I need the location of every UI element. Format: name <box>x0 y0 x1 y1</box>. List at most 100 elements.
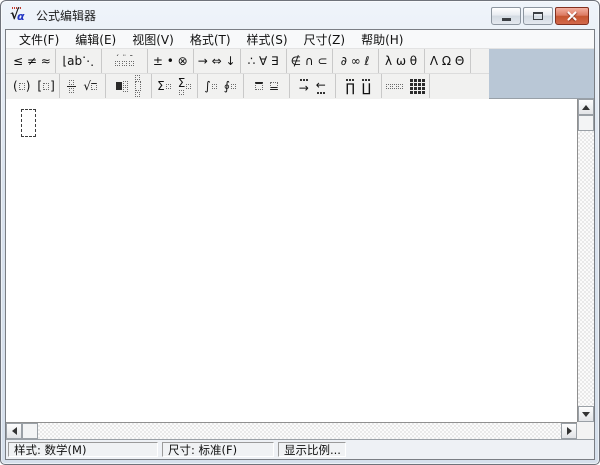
arrow-right-glyph: → <box>298 80 309 95</box>
scroll-up-button[interactable] <box>578 99 594 115</box>
dotted-slot-box <box>69 87 75 93</box>
client-area: 文件(F) 编辑(E) 视图(V) 格式(T) 样式(S) 尺寸(Z) 帮助(H… <box>5 29 595 460</box>
scroll-left-button[interactable] <box>6 423 22 439</box>
arrow-symbols-icon: → ⇔ ↓ <box>197 54 236 68</box>
coproduct-glyph: ∐ <box>361 80 371 95</box>
status-style-panel[interactable]: 样式: 数学(M) <box>8 442 158 457</box>
palette-integral-templates[interactable]: ∫ ∮ <box>198 74 244 98</box>
matrix-cell <box>417 78 421 82</box>
template-toolbar: () [] √ Σ Σ ∫ ∮ → ← ∏ ∐ <box>6 74 489 99</box>
palette-misc-symbols[interactable]: ∂ ∞ ℓ <box>333 49 379 73</box>
palette-greek-lowercase[interactable]: λ ω θ <box>379 49 425 73</box>
scroll-right-button[interactable] <box>561 423 577 439</box>
scrollbar-corner <box>577 422 594 439</box>
palette-operator-symbols[interactable]: ± • ⊗ <box>148 49 194 73</box>
dotted-slot-box <box>385 83 391 89</box>
menu-style[interactable]: 样式(S) <box>239 30 296 49</box>
palette-spaces-ellipses[interactable]: ⌊ab⋱ <box>56 49 102 73</box>
underbar-template-icon <box>269 82 278 90</box>
horizontal-scroll-thumb[interactable] <box>22 423 38 439</box>
subsup-template-icon <box>115 80 128 92</box>
palette-relational-symbols[interactable]: ≤ ≠ ≈ <box>9 49 56 73</box>
palette-embellishments[interactable]: ˊ ¨ ˉ <box>102 49 148 73</box>
dotted-slot-box <box>135 92 141 97</box>
matrix-cell <box>417 82 421 86</box>
integral-template-icon: ∫ <box>204 79 217 93</box>
arrow-down-icon <box>582 411 590 417</box>
menu-size[interactable]: 尺寸(Z) <box>296 30 354 49</box>
minimize-button[interactable] <box>491 7 521 25</box>
matrix-cell <box>409 78 413 82</box>
palette-logical-symbols[interactable]: ∴ ∀ ∃ <box>241 49 287 73</box>
status-size-panel[interactable]: 尺寸: 标准(F) <box>162 442 274 457</box>
palette-set-theory-symbols[interactable]: ∉ ∩ ⊂ <box>287 49 333 73</box>
palette-fence-templates[interactable]: () [] <box>9 74 60 98</box>
fraction-template-icon <box>67 79 77 93</box>
dotted-slot-box <box>18 82 25 90</box>
palette-labeled-arrow-templates[interactable]: → ← <box>290 74 336 98</box>
matrix-cell <box>421 78 425 82</box>
equation-canvas[interactable] <box>6 99 577 422</box>
labeled-arrow-left-icon: ← <box>316 79 326 94</box>
matrix-cell <box>409 90 413 94</box>
sigma-with-limit: Σ <box>177 76 186 95</box>
vertical-scrollbar[interactable] <box>577 99 594 422</box>
sigma-glyph: Σ <box>177 76 186 90</box>
matrix-cell <box>421 90 425 94</box>
dotted-slot-box <box>231 83 237 89</box>
symbol-toolbar: ≤ ≠ ≈ ⌊ab⋱ ˊ ¨ ˉ ± • ⊗ → ⇔ ↓ ∴ ∀ ∃ ∉ ∩ ⊂… <box>6 49 489 74</box>
maximize-button[interactable] <box>523 7 553 25</box>
radical-glyph: √ <box>83 79 92 93</box>
matrix-cell <box>409 82 413 86</box>
embellishment-ddot-icon: ¨ <box>121 55 127 66</box>
palette-fraction-radical-templates[interactable]: √ <box>60 74 106 98</box>
dotted-slot-box <box>186 83 192 89</box>
contour-integral-glyph: ∮ <box>223 79 231 93</box>
menu-edit[interactable]: 编辑(E) <box>67 30 124 49</box>
vertical-scroll-thumb[interactable] <box>578 115 594 131</box>
horizontal-scrollbar[interactable] <box>6 422 577 439</box>
dotted-slot-box <box>165 83 171 89</box>
sum-template-icon: Σ <box>157 80 171 92</box>
labeled-arrow-right-icon: → <box>298 78 309 95</box>
relational-symbols-icon: ≤ ≠ ≈ <box>13 54 51 68</box>
palette-bar-templates[interactable] <box>244 74 290 98</box>
matrix-row-template-icon <box>385 83 403 89</box>
embellishment-prime-icon: ˊ <box>114 55 120 66</box>
matrix-cell <box>413 82 417 86</box>
palette-subscript-superscript-templates[interactable] <box>106 74 152 98</box>
dotted-slot-box <box>114 61 120 66</box>
menu-help[interactable]: 帮助(H) <box>353 30 411 49</box>
integral-glyph: ∫ <box>204 79 211 93</box>
equation-editor-window: √ α 公式编辑器 文件(F) 编辑(E) 视图(V) 格式(T) 样式(S) … <box>0 0 600 465</box>
status-zoom-panel[interactable]: 显示比例... <box>278 442 346 457</box>
dotted-slot-box <box>211 83 217 89</box>
matrix-cell <box>413 86 417 90</box>
scroll-down-button[interactable] <box>578 406 594 422</box>
palette-summation-templates[interactable]: Σ Σ <box>152 74 198 98</box>
close-bracket: ] <box>50 79 55 93</box>
close-button[interactable] <box>555 7 589 25</box>
minimize-icon <box>501 18 511 21</box>
greek-uppercase-icon: Λ Ω Θ <box>429 54 465 68</box>
menu-file[interactable]: 文件(F) <box>11 30 67 49</box>
menu-format[interactable]: 格式(T) <box>182 30 239 49</box>
dotted-slot-box <box>134 81 141 91</box>
bracket-template-icon: [] <box>37 80 54 92</box>
title-bar: √ α 公式编辑器 <box>1 1 599 29</box>
close-paren: ) <box>25 79 31 93</box>
open-paren: ( <box>13 79 18 93</box>
matrix-cell <box>413 90 417 94</box>
palette-arrow-symbols[interactable]: → ⇔ ↓ <box>194 49 241 73</box>
horizontal-scroll-track[interactable] <box>38 423 561 439</box>
palette-matrix-templates[interactable] <box>382 74 430 98</box>
empty-equation-slot[interactable] <box>21 109 36 137</box>
operator-symbols-icon: ± • ⊗ <box>152 54 188 68</box>
palette-product-templates[interactable]: ∏ ∐ <box>336 74 382 98</box>
matrix-cell <box>421 82 425 86</box>
menu-view[interactable]: 视图(V) <box>124 30 182 49</box>
toolbar-dock: ≤ ≠ ≈ ⌊ab⋱ ˊ ¨ ˉ ± • ⊗ → ⇔ ↓ ∴ ∀ ∃ ∉ ∩ ⊂… <box>6 49 594 99</box>
dotted-slot-box <box>122 80 128 86</box>
vertical-scroll-track[interactable] <box>578 131 594 406</box>
palette-greek-uppercase[interactable]: Λ Ω Θ <box>425 49 471 73</box>
